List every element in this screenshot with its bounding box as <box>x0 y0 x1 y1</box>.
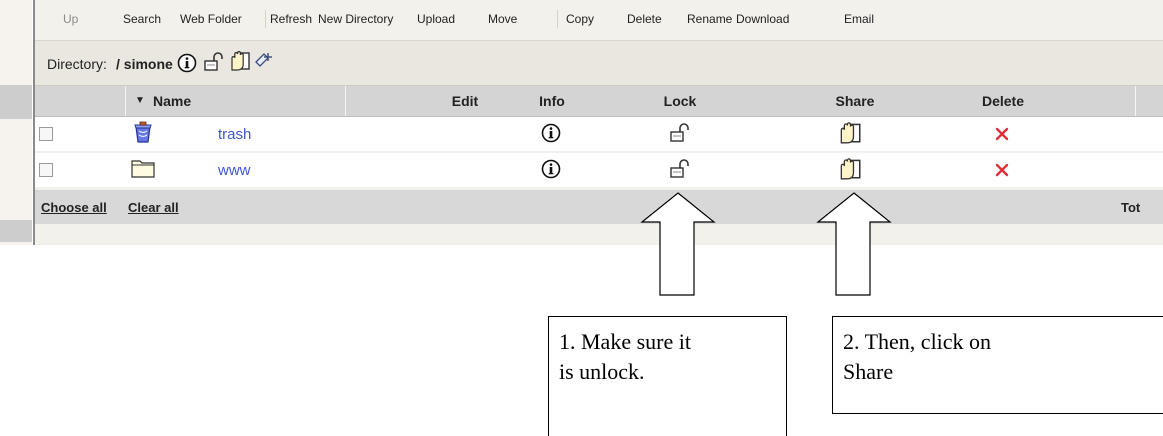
lock-open-icon[interactable] <box>669 158 691 185</box>
total-label: Tot <box>1121 200 1141 215</box>
table-footer: Choose all Clear all Tot <box>35 190 1163 224</box>
lock-open-icon[interactable] <box>669 122 691 149</box>
folder-icon <box>131 157 155 184</box>
share-hand-icon[interactable] <box>837 155 863 186</box>
clear-all-link[interactable]: Clear all <box>128 200 179 215</box>
directory-path: / simone <box>116 56 173 72</box>
toolbar-separator <box>265 10 266 28</box>
up-arrow-annotation <box>640 192 716 296</box>
upload-button[interactable]: Upload <box>417 12 455 26</box>
share-hand-icon[interactable] <box>228 48 252 77</box>
rename-button[interactable]: Rename <box>687 12 732 26</box>
bottom-bar <box>35 224 1163 245</box>
toolbar-separator <box>557 10 558 28</box>
share-hand-icon[interactable] <box>837 119 863 150</box>
download-button[interactable]: Download <box>736 12 789 26</box>
delete-x-icon[interactable] <box>995 127 1009 146</box>
annotation-note-1: 1. Make sure it is unlock. <box>548 316 787 436</box>
table-row: trash <box>35 117 1163 151</box>
annotation-note-2: 2. Then, click on Share <box>832 316 1163 414</box>
column-delete: Delete <box>981 93 1025 109</box>
refresh-button[interactable]: Refresh <box>270 12 312 26</box>
info-icon[interactable] <box>541 159 561 184</box>
file-manager: Up Search Web Folder Refresh New Directo… <box>35 0 1163 245</box>
annotation-text: 2. Then, click on Share <box>843 329 992 384</box>
column-divider <box>125 86 126 116</box>
table-row: www <box>35 153 1163 187</box>
file-name-link[interactable]: trash <box>218 126 251 143</box>
column-info: Info <box>539 93 565 109</box>
column-divider <box>345 86 346 116</box>
copy-button[interactable]: Copy <box>566 12 594 26</box>
email-button[interactable]: Email <box>844 12 874 26</box>
left-panel-strip <box>0 0 32 245</box>
table-header: ▼ Name Edit Info Lock Share Delete <box>35 86 1163 117</box>
info-icon[interactable] <box>541 123 561 148</box>
info-icon[interactable] <box>177 53 197 78</box>
web-folder-button[interactable]: Web Folder <box>180 12 242 26</box>
file-name-link[interactable]: www <box>218 162 251 179</box>
choose-all-link[interactable]: Choose all <box>41 200 107 215</box>
up-button[interactable]: Up <box>63 12 78 26</box>
move-button[interactable]: Move <box>488 12 517 26</box>
toolbar: Up Search Web Folder Refresh New Directo… <box>35 0 1163 41</box>
trash-icon <box>131 120 155 149</box>
column-name[interactable]: Name <box>153 93 191 109</box>
directory-label: Directory: <box>47 56 107 72</box>
new-directory-button[interactable]: New Directory <box>318 12 393 26</box>
left-panel-header-strip <box>0 85 32 119</box>
left-panel-footer-strip <box>0 220 32 242</box>
lock-icon[interactable] <box>203 51 225 78</box>
search-button[interactable]: Search <box>123 12 161 26</box>
column-edit: Edit <box>451 93 479 109</box>
row-checkbox[interactable] <box>39 127 53 141</box>
directory-bar: Directory: / simone <box>35 41 1163 86</box>
column-divider <box>1135 86 1136 116</box>
delete-x-icon[interactable] <box>995 163 1009 182</box>
sort-indicator[interactable]: ▼ <box>135 95 145 106</box>
row-checkbox[interactable] <box>39 163 53 177</box>
up-arrow-annotation <box>816 192 892 296</box>
delete-button[interactable]: Delete <box>627 12 662 26</box>
bookmark-icon[interactable] <box>253 49 275 76</box>
annotation-text: 1. Make sure it is unlock. <box>559 329 691 384</box>
column-lock: Lock <box>663 93 697 109</box>
column-share: Share <box>835 93 875 109</box>
